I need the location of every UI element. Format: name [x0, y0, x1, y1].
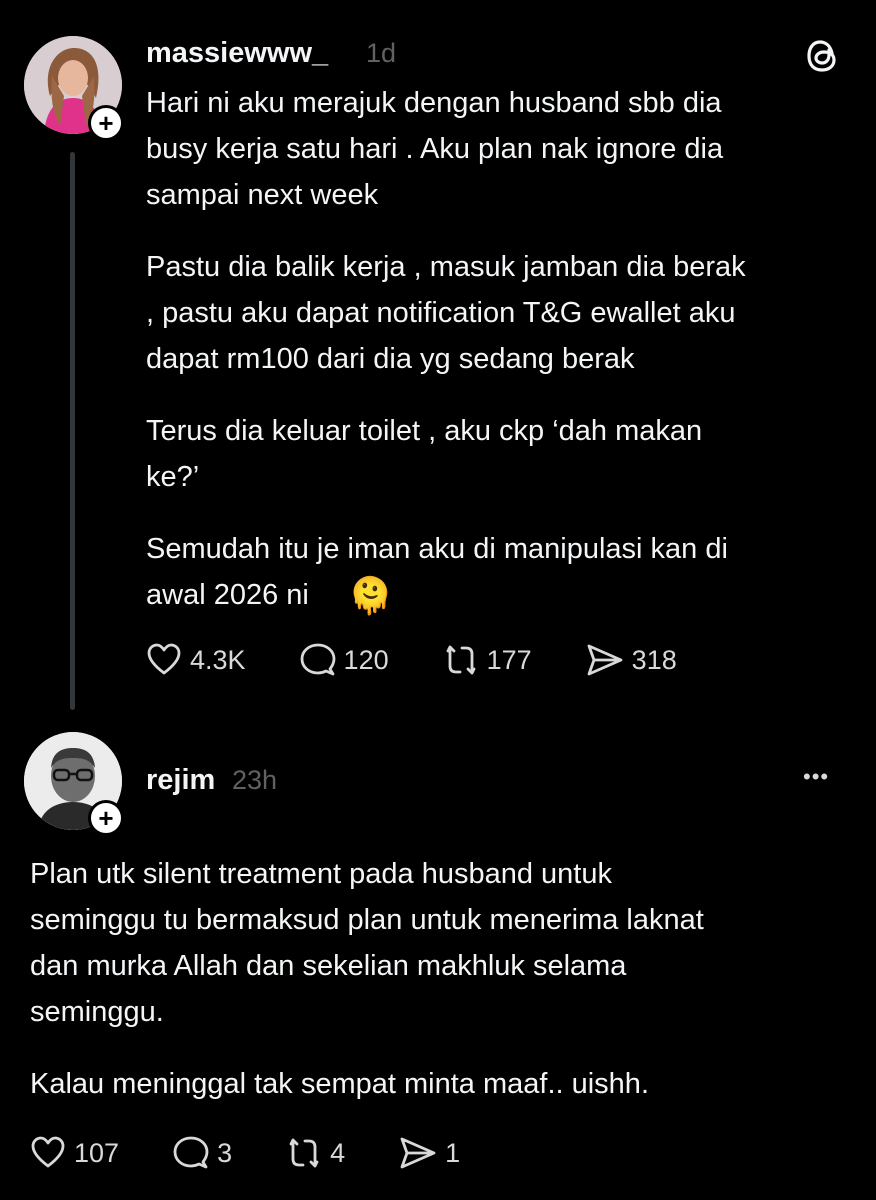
reply-like-button[interactable]: 107 [30, 1135, 119, 1171]
comment-button[interactable]: 120 [300, 642, 389, 678]
follow-button[interactable]: + [88, 105, 124, 141]
repost-button[interactable]: 177 [443, 642, 532, 678]
repost-icon [289, 1138, 319, 1168]
repost-count: 177 [486, 644, 532, 675]
reply-actions: 107 3 4 1 [30, 1135, 460, 1171]
post-timestamp: 1d [366, 38, 397, 68]
post-text-1: Hari ni aku merajuk dengan husband sbb d… [146, 87, 724, 211]
reply-comment-button[interactable]: 3 [173, 1135, 232, 1171]
reply-share-count: 1 [445, 1137, 461, 1168]
reply-share-button[interactable]: 1 [399, 1135, 460, 1171]
send-icon [587, 644, 623, 676]
reply-comment-count: 3 [217, 1137, 233, 1168]
reply-like-count: 107 [74, 1137, 120, 1168]
threads-logo-icon[interactable] [803, 36, 843, 76]
reply-repost-count: 4 [330, 1137, 346, 1168]
like-button[interactable]: 4.3K [146, 642, 246, 678]
repost-icon [446, 645, 476, 675]
heart-icon [147, 643, 181, 675]
melting-face-emoji: 🫠 [348, 575, 393, 616]
post-text-3: Terus dia keluar toilet , aku ckp ‘dah m… [146, 415, 703, 493]
reply-timestamp: 23h [232, 765, 278, 795]
reply-username[interactable]: rejim [146, 764, 215, 797]
share-count: 318 [631, 644, 677, 675]
more-options-button[interactable]: ••• [803, 764, 829, 790]
post-text-4: Semudah itu je iman aku di manipulasi ka… [146, 533, 728, 611]
post-text-2: Pastu dia balik kerja , masuk jamban dia… [146, 251, 746, 375]
post-username[interactable]: massiewww_ [146, 37, 328, 70]
like-count: 4.3K [190, 644, 246, 675]
comment-icon [173, 1136, 209, 1169]
thread-line [70, 152, 75, 710]
comment-icon [300, 643, 335, 676]
reply-follow-button[interactable]: + [88, 800, 124, 836]
reply-text-2: Kalau meninggal tak sempat minta maaf.. … [30, 1068, 649, 1100]
send-icon [400, 1137, 436, 1169]
post-actions: 4.3K 120 177 318 [146, 642, 677, 678]
heart-icon [31, 1136, 65, 1168]
comment-count: 120 [343, 644, 389, 675]
reply-text-1: Plan utk silent treatment pada husband u… [30, 858, 704, 1028]
reply-repost-button[interactable]: 4 [286, 1135, 345, 1171]
share-button[interactable]: 318 [586, 642, 677, 678]
